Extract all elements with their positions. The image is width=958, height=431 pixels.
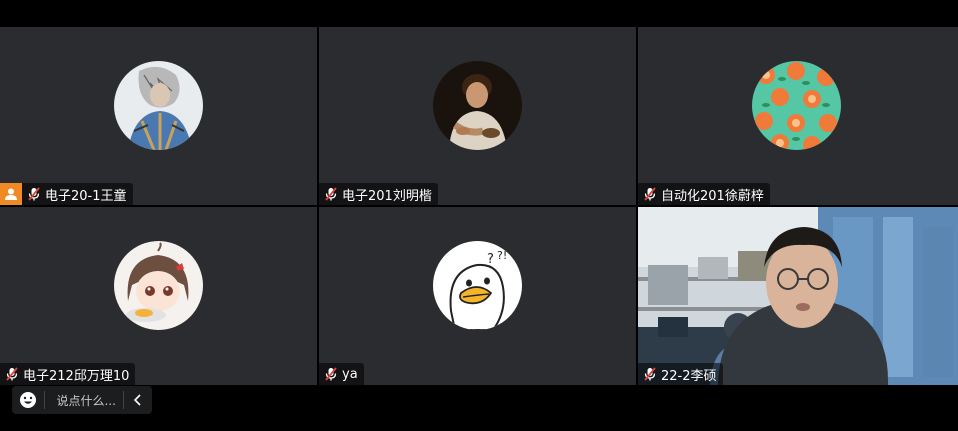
participant-nametag: 电子20-1王童 xyxy=(0,183,133,205)
participant-avatar xyxy=(114,61,203,150)
participant-avatar xyxy=(114,241,203,330)
participant-tile-3[interactable]: 自动化201徐蔚梓 xyxy=(638,27,958,205)
host-user-icon xyxy=(0,183,22,205)
bottom-bar: 说点什么... xyxy=(0,385,958,431)
participant-tile-6[interactable]: 22-2李硕 xyxy=(638,207,958,385)
participant-nametag: 自动化201徐蔚梓 xyxy=(638,183,770,205)
participant-avatar xyxy=(752,61,841,150)
participant-name: 自动化201徐蔚梓 xyxy=(661,188,764,204)
participant-name: 电子212邱万理10 xyxy=(23,368,130,384)
participant-name: 电子201刘明楷 xyxy=(342,188,432,204)
participant-nametag: ya xyxy=(319,363,364,385)
participant-nametag: 22-2李硕 xyxy=(638,363,723,385)
mic-muted-icon[interactable] xyxy=(323,366,339,382)
top-bar xyxy=(0,0,958,27)
participant-nametag: 电子201刘明楷 xyxy=(319,183,438,205)
participant-name: ya xyxy=(342,366,358,382)
webcam-video-feed xyxy=(638,207,958,385)
participant-avatar xyxy=(433,61,522,150)
mic-muted-icon[interactable] xyxy=(26,186,42,202)
participant-avatar: ? ?! xyxy=(433,241,522,330)
mic-muted-icon[interactable] xyxy=(642,366,658,382)
emoji-icon[interactable] xyxy=(12,386,44,414)
svg-text:?: ? xyxy=(487,252,494,267)
mic-muted-icon[interactable] xyxy=(323,186,339,202)
participant-name: 电子20-1王童 xyxy=(45,188,127,204)
chevron-left-icon[interactable] xyxy=(124,386,152,414)
participant-tile-2[interactable]: 电子201刘明楷 xyxy=(319,27,636,205)
participant-tile-5[interactable]: ? ?! ya xyxy=(319,207,636,385)
video-grid: 电子20-1王童 电子201刘明楷 自动化201徐蔚梓 电子212邱万理10 ?… xyxy=(0,27,958,385)
participant-nametag: 电子212邱万理10 xyxy=(0,363,136,385)
participant-name: 22-2李硕 xyxy=(661,368,717,384)
chat-input-bar[interactable]: 说点什么... xyxy=(12,386,152,414)
svg-text:?!: ?! xyxy=(497,249,507,262)
participant-tile-1[interactable]: 电子20-1王童 xyxy=(0,27,317,205)
mic-muted-icon[interactable] xyxy=(4,366,20,382)
chat-input-placeholder[interactable]: 说点什么... xyxy=(44,392,123,409)
mic-muted-icon[interactable] xyxy=(642,186,658,202)
participant-tile-4[interactable]: 电子212邱万理10 xyxy=(0,207,317,385)
